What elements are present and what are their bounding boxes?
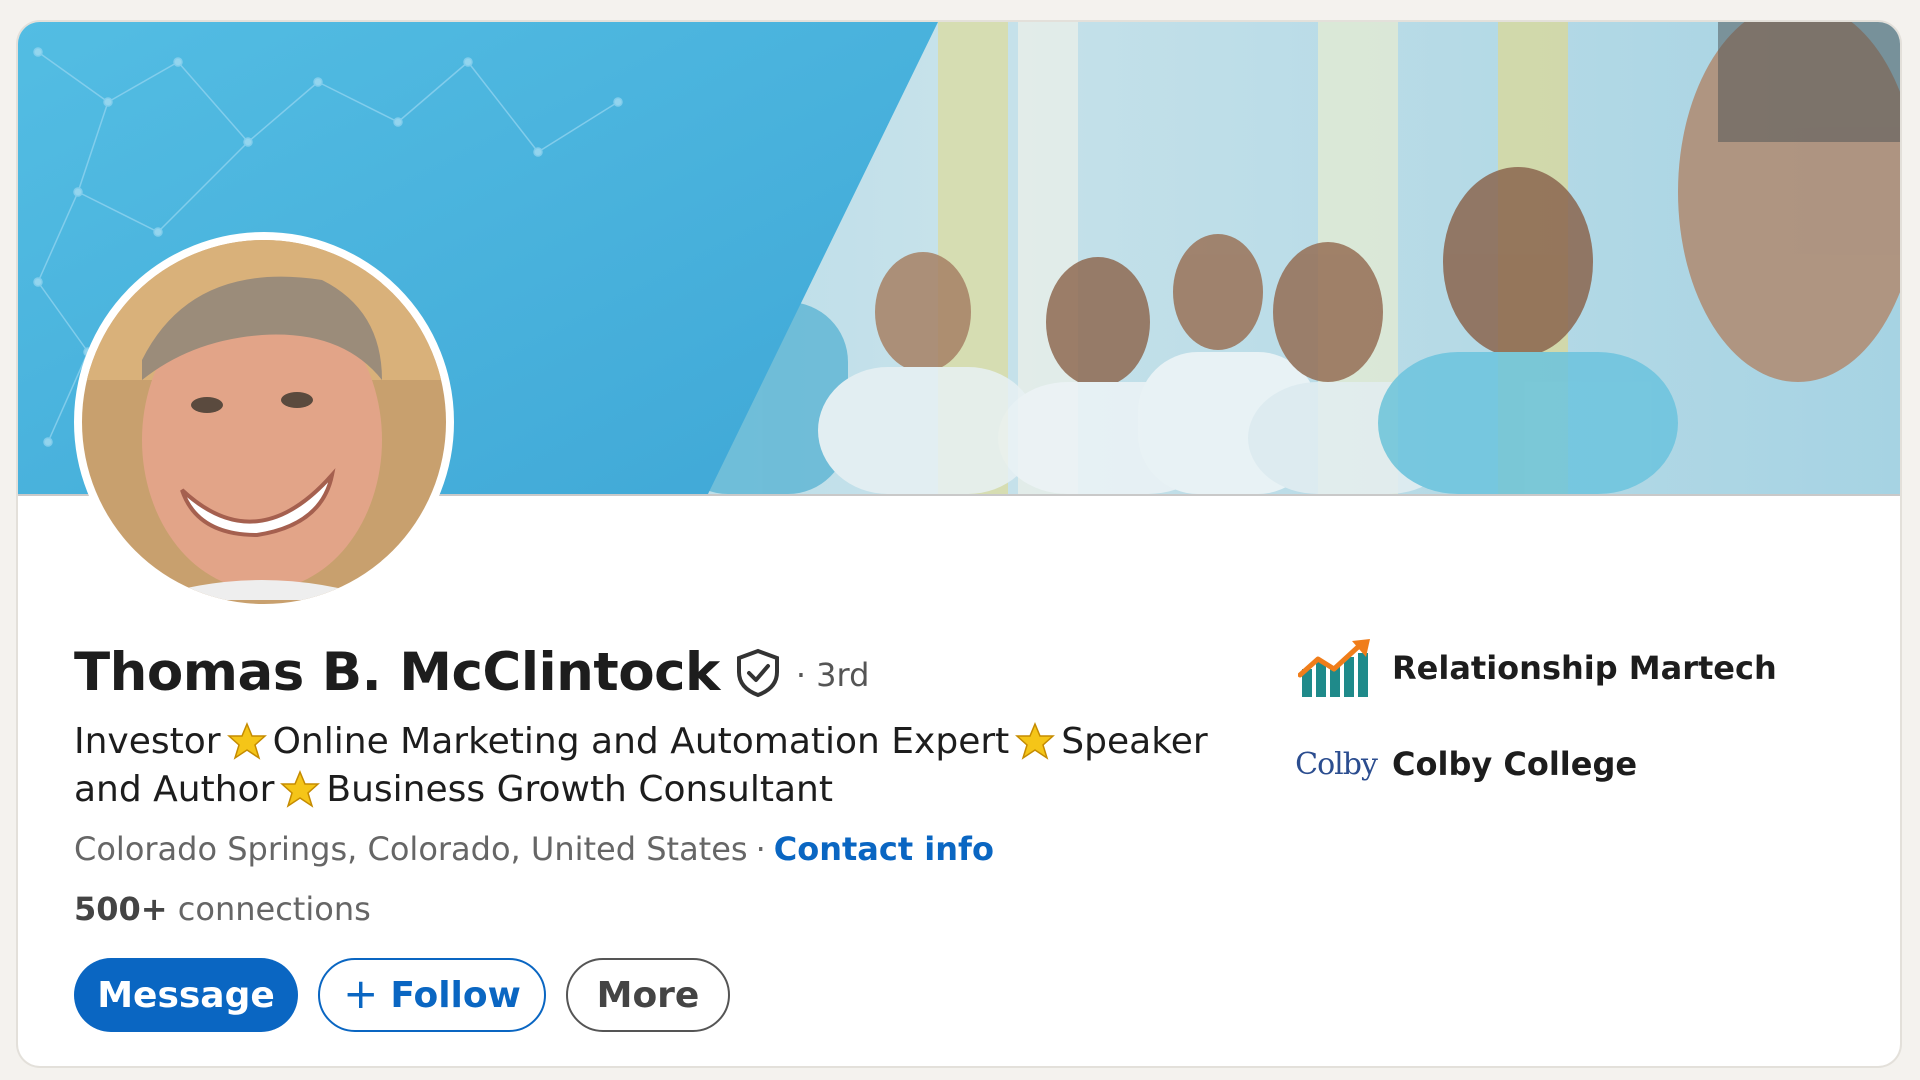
- company-name: Relationship Martech: [1392, 649, 1777, 687]
- follow-label: Follow: [390, 974, 521, 1016]
- name-row: Thomas B. McClintock · 3rd: [74, 642, 869, 703]
- experience-education-summary: Relationship Martech Colby Colby College: [1295, 628, 1777, 820]
- verified-shield-icon[interactable]: [734, 648, 782, 698]
- profile-headline: Investor Online Marketing and Automation …: [74, 718, 1264, 814]
- school-link[interactable]: Colby Colby College: [1295, 724, 1777, 804]
- connections-number: 500+: [74, 890, 168, 928]
- location-separator: ·: [755, 830, 766, 868]
- current-company-link[interactable]: Relationship Martech: [1298, 628, 1777, 708]
- location-row: Colorado Springs, Colorado, United State…: [74, 830, 994, 868]
- school-logo: Colby: [1295, 731, 1378, 797]
- company-logo-icon: [1298, 635, 1374, 701]
- follow-button[interactable]: + Follow: [318, 958, 546, 1032]
- connections-count[interactable]: 500+ connections: [74, 890, 371, 928]
- star-icon: [226, 722, 267, 760]
- profile-photo[interactable]: [74, 232, 454, 612]
- profile-card: Thomas B. McClintock · 3rd Investor Onlin…: [18, 22, 1900, 1066]
- headline-segment: Business Growth Consultant: [326, 769, 833, 810]
- school-name: Colby College: [1392, 745, 1638, 783]
- star-icon: [1015, 722, 1056, 760]
- more-button[interactable]: More: [566, 958, 730, 1032]
- location-text: Colorado Springs, Colorado, United State…: [74, 830, 748, 868]
- message-button[interactable]: Message: [74, 958, 298, 1032]
- plus-icon: +: [343, 968, 379, 1018]
- headline-segment: Investor: [74, 721, 221, 762]
- connections-label: connections: [177, 890, 371, 928]
- school-logo-text: Colby: [1295, 746, 1378, 782]
- connection-degree: · 3rd: [795, 655, 870, 694]
- profile-name: Thomas B. McClintock: [74, 642, 720, 703]
- star-icon: [280, 770, 321, 808]
- headline-segment: Online Marketing and Automation Expert: [272, 721, 1010, 762]
- profile-actions: Message + Follow More: [74, 958, 730, 1032]
- contact-info-link[interactable]: Contact info: [774, 830, 994, 868]
